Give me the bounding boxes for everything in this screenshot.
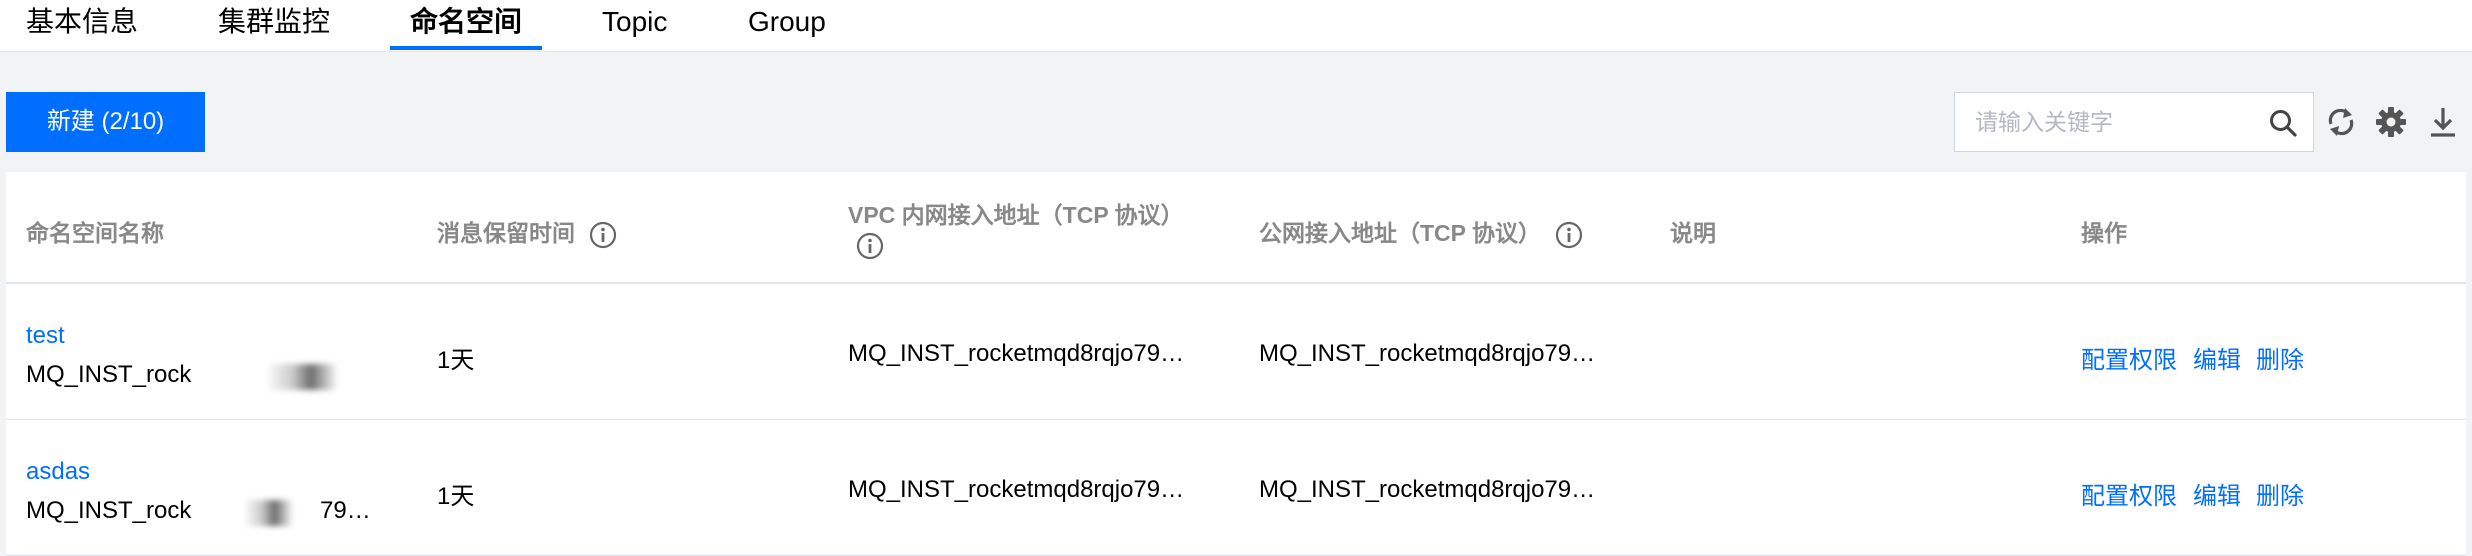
namespace-id: MQ_INST_rock xyxy=(26,497,191,525)
column-header-description: 说明 xyxy=(1670,220,1716,246)
column-header-label: 公网接入地址（TCP 协议） xyxy=(1259,220,1541,246)
public-address-value: MQ_INST_rocketmqd8rqjo79… xyxy=(1259,476,1596,503)
delete-link[interactable]: 删除 xyxy=(2256,340,2304,375)
namespace-id: MQ_INST_rock xyxy=(26,361,191,389)
edit-link[interactable]: 编辑 xyxy=(2193,476,2241,511)
namespace-name-link[interactable]: test xyxy=(26,322,65,350)
vpc-address-value: MQ_INST_rocketmqd8rqjo79… xyxy=(848,340,1185,367)
configure-permission-link[interactable]: 配置权限 xyxy=(2081,476,2177,511)
info-icon[interactable] xyxy=(856,232,884,260)
column-header-retention: 消息保留时间 xyxy=(437,214,617,249)
column-header-vpc-address: VPC 内网接入地址（TCP 协议） xyxy=(848,202,1184,228)
settings-icon[interactable] xyxy=(2374,105,2408,139)
vpc-address-value: MQ_INST_rocketmqd8rqjo79… xyxy=(848,476,1185,503)
delete-link[interactable]: 删除 xyxy=(2256,476,2304,511)
namespace-table: 命名空间名称 消息保留时间 VPC 内网接入地址（TCP 协议） 公网接入地址（… xyxy=(6,172,2466,556)
column-header-name: 命名空间名称 xyxy=(26,220,164,246)
redacted-mask xyxy=(194,500,318,526)
column-header-actions: 操作 xyxy=(2081,220,2127,246)
column-header-public-address: 公网接入地址（TCP 协议） xyxy=(1259,214,1583,249)
search-icon[interactable] xyxy=(2268,108,2298,138)
download-icon[interactable] xyxy=(2426,105,2460,139)
redacted-mask xyxy=(194,364,374,390)
active-tab-indicator xyxy=(390,46,542,50)
refresh-icon[interactable] xyxy=(2324,105,2358,139)
info-icon[interactable] xyxy=(1555,221,1583,249)
new-namespace-button[interactable]: 新建 (2/10) xyxy=(6,92,205,152)
search-input[interactable] xyxy=(1975,93,2255,151)
tab-cluster-monitoring[interactable]: 集群监控 xyxy=(218,0,330,52)
tab-bar: 基本信息 集群监控 命名空间 Topic Group xyxy=(0,0,2472,52)
column-header-label: 消息保留时间 xyxy=(437,220,575,246)
namespace-id-tail: 79… xyxy=(320,497,371,524)
tab-group[interactable]: Group xyxy=(748,0,826,52)
table-row: asdas MQ_INST_rock 79… 1天 MQ_INST_rocket… xyxy=(6,420,2466,556)
table-header: 命名空间名称 消息保留时间 VPC 内网接入地址（TCP 协议） 公网接入地址（… xyxy=(6,172,2466,284)
info-icon[interactable] xyxy=(589,221,617,249)
retention-value: 1天 xyxy=(437,483,475,510)
public-address-value: MQ_INST_rocketmqd8rqjo79… xyxy=(1259,340,1596,367)
retention-value: 1天 xyxy=(437,347,475,374)
edit-link[interactable]: 编辑 xyxy=(2193,340,2241,375)
tab-topic[interactable]: Topic xyxy=(602,0,667,52)
table-row: test MQ_INST_rock 1天 MQ_INST_rocketmqd8r… xyxy=(6,284,2466,420)
namespace-id-text: MQ_INST_rock xyxy=(26,497,192,524)
namespace-name-link[interactable]: asdas xyxy=(26,458,90,486)
namespace-id-text: MQ_INST_rock xyxy=(26,361,192,388)
configure-permission-link[interactable]: 配置权限 xyxy=(2081,340,2177,375)
search-box xyxy=(1954,92,2314,152)
tab-basic-info[interactable]: 基本信息 xyxy=(26,0,138,52)
tab-namespace[interactable]: 命名空间 xyxy=(410,0,522,52)
